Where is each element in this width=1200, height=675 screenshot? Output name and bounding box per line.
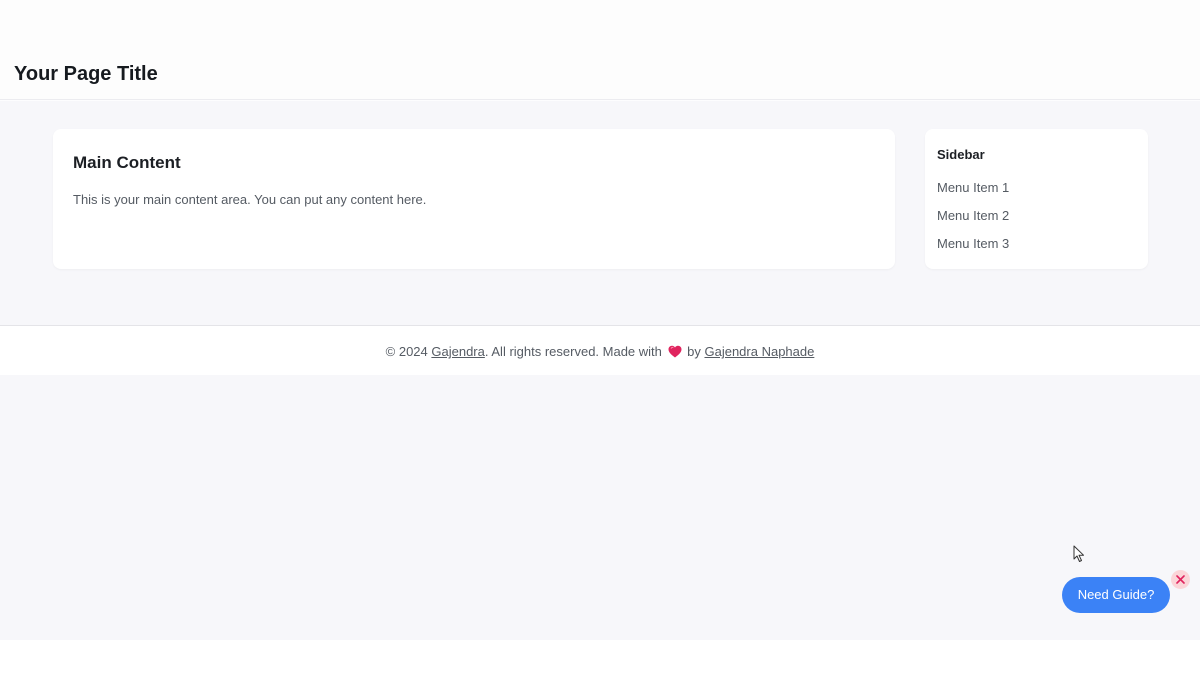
empty-area (0, 375, 1200, 640)
page-title: Your Page Title (14, 63, 158, 85)
page-footer: © 2024 Gajendra. All rights reserved. Ma… (0, 325, 1200, 375)
sidebar-heading: Sidebar (937, 147, 985, 162)
bottom-strip (0, 640, 1200, 675)
main-content-text: This is your main content area. You can … (73, 192, 427, 207)
sidebar-item-menu-item-1[interactable]: Menu Item 1 (937, 179, 1009, 207)
footer-brand-link[interactable]: Gajendra (431, 344, 484, 359)
sidebar-menu: Menu Item 1 Menu Item 2 Menu Item 3 (937, 179, 1009, 263)
footer-text: © 2024 Gajendra. All rights reserved. Ma… (0, 343, 1200, 361)
need-guide-button[interactable]: Need Guide? (1062, 577, 1170, 613)
page-header: Your Page Title (0, 0, 1200, 100)
sidebar: Sidebar Menu Item 1 Menu Item 2 Menu Ite… (925, 129, 1148, 269)
mouse-cursor-icon (1073, 545, 1085, 563)
main-content-heading: Main Content (73, 153, 181, 172)
footer-author-link[interactable]: Gajendra Naphade (704, 344, 814, 359)
close-icon (1176, 575, 1185, 584)
page: Your Page Title Main Content This is you… (0, 0, 1200, 675)
sidebar-item-menu-item-3[interactable]: Menu Item 3 (937, 235, 1009, 263)
heart-icon (668, 345, 682, 358)
content-area: Main Content This is your main content a… (0, 101, 1200, 325)
guide-close-button[interactable] (1171, 570, 1190, 589)
sidebar-item-menu-item-2[interactable]: Menu Item 2 (937, 207, 1009, 235)
footer-by-text: by (683, 344, 705, 359)
footer-rights-text: . All rights reserved. Made with (484, 344, 666, 359)
footer-copyright: © 2024 (385, 344, 432, 359)
main-content-card: Main Content This is your main content a… (53, 129, 895, 269)
